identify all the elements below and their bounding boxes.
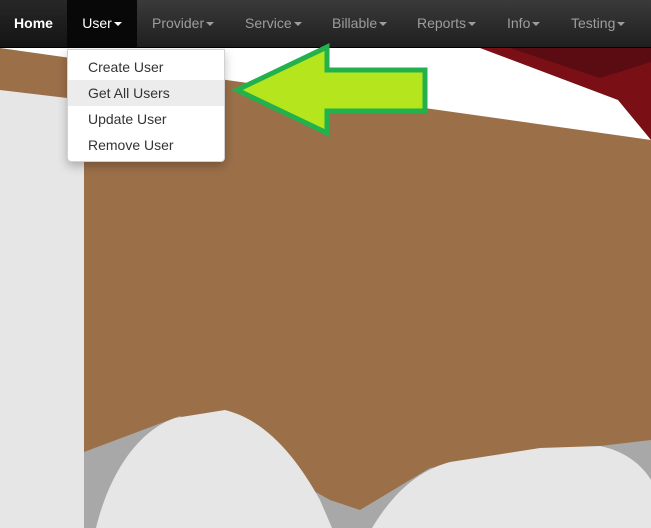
menu-item-remove-user[interactable]: Remove User [68, 132, 224, 158]
arrow-left-icon [231, 43, 428, 137]
chevron-down-icon [113, 22, 122, 27]
nav-reports[interactable]: Reports [417, 0, 477, 47]
nav-service[interactable]: Service [245, 0, 302, 47]
menu-item-update-user[interactable]: Update User [68, 106, 224, 132]
nav-user-label: User [82, 15, 112, 31]
nav-user[interactable]: User [67, 0, 137, 47]
chevron-down-icon [468, 22, 477, 27]
nav-testing-label: Testing [571, 15, 616, 31]
nav-testing[interactable]: Testing [571, 0, 626, 47]
chevron-down-icon [293, 22, 302, 27]
chevron-down-icon [532, 22, 541, 27]
chevron-down-icon [379, 22, 388, 27]
annotation-arrow-shape [231, 43, 428, 137]
chevron-down-icon [617, 22, 626, 27]
nav-home-label: Home [14, 15, 53, 31]
app-window: Home User Provider Service Billable Repo… [0, 0, 651, 528]
chevron-down-icon [206, 22, 215, 27]
top-navbar: Home User Provider Service Billable Repo… [0, 0, 651, 48]
nav-billable[interactable]: Billable [332, 0, 388, 47]
nav-provider[interactable]: Provider [152, 0, 215, 47]
nav-provider-label: Provider [152, 15, 205, 31]
nav-info-label: Info [507, 15, 531, 31]
nav-home[interactable]: Home [0, 0, 67, 47]
menu-item-get-all-users[interactable]: Get All Users [68, 80, 224, 106]
user-dropdown-menu: Create User Get All Users Update User Re… [67, 49, 225, 162]
menu-item-create-user[interactable]: Create User [68, 54, 224, 80]
nav-info[interactable]: Info [507, 0, 541, 47]
nav-billable-label: Billable [332, 15, 378, 31]
nav-service-label: Service [245, 15, 292, 31]
nav-reports-label: Reports [417, 15, 467, 31]
